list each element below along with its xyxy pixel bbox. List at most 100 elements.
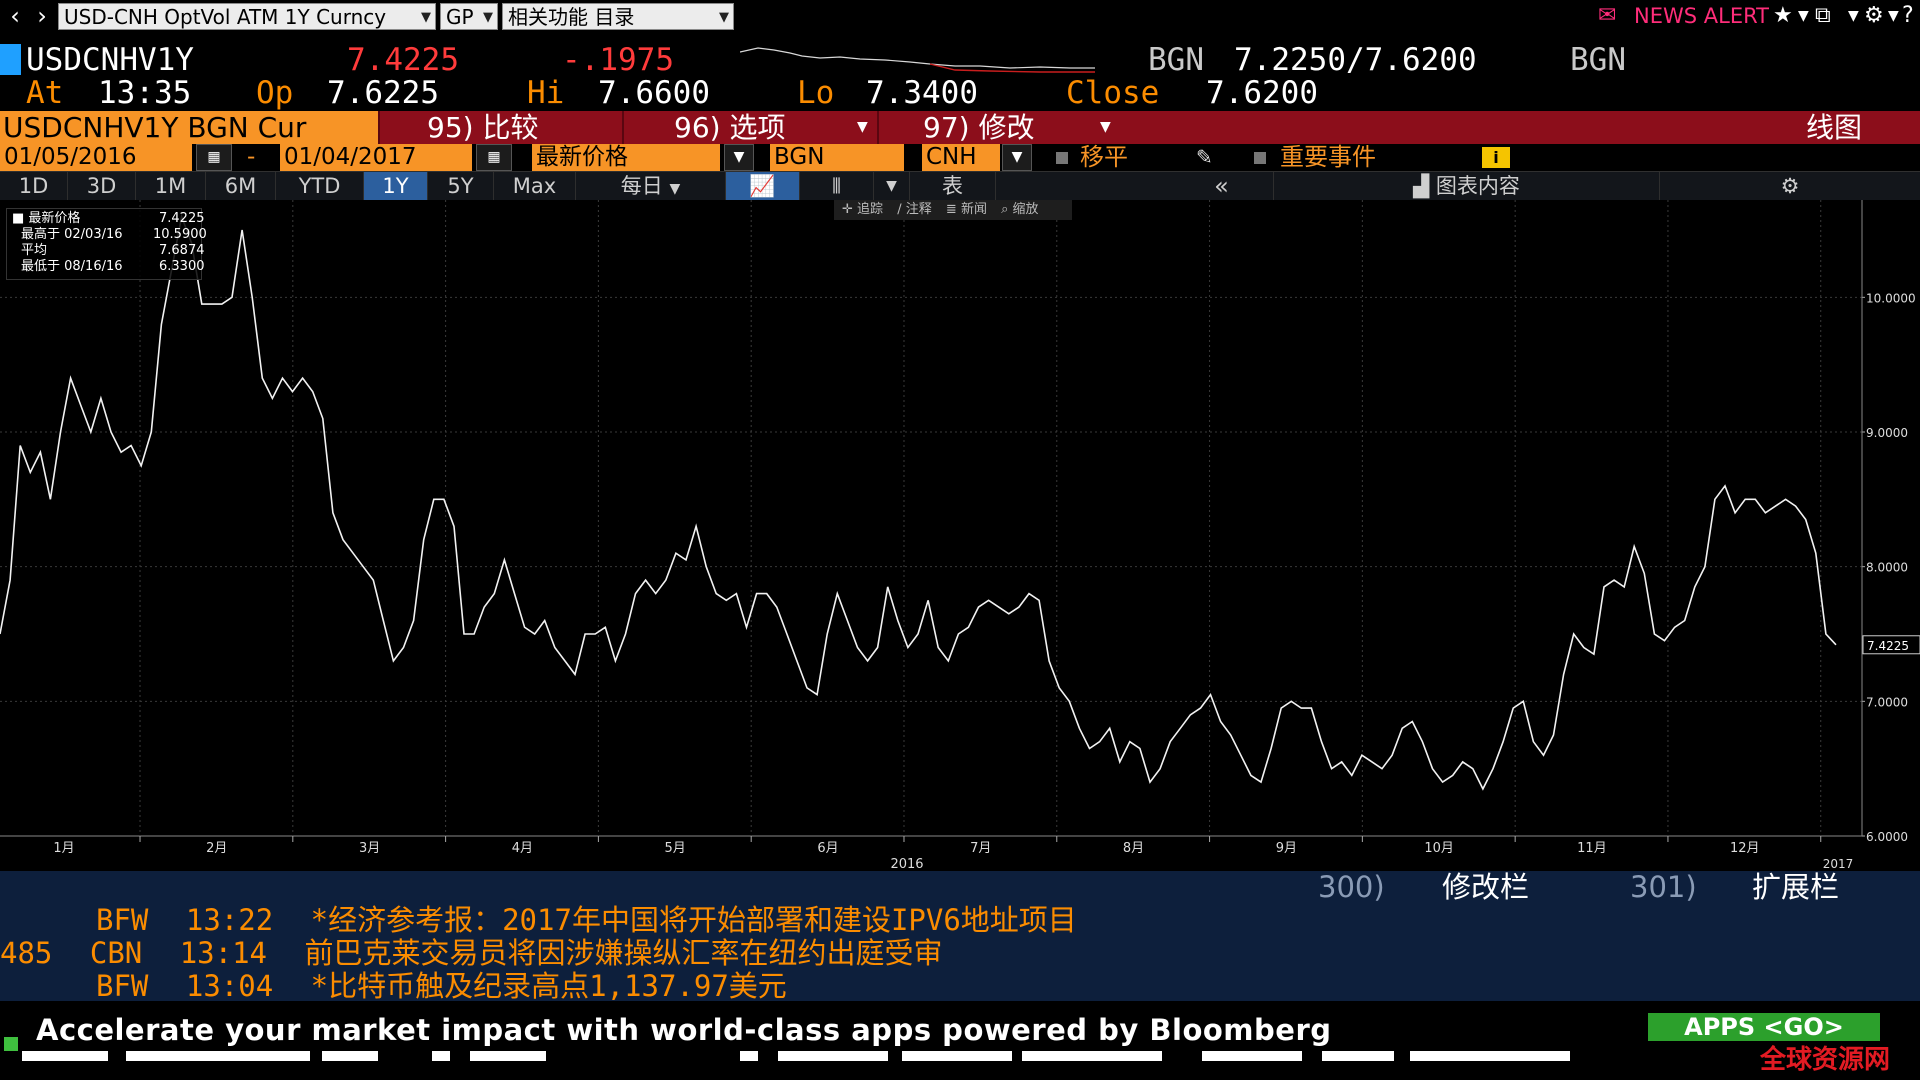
ticker-label: USDCNHV1Y [26,42,194,78]
security-input[interactable]: USD-CNH OptVol ATM 1Y Curncy ▼ [58,3,436,30]
gear-dropdown-icon[interactable]: ▼ [1888,2,1899,30]
back-button[interactable]: ‹ [3,2,27,30]
chevron-left-icon: ‹ [10,2,20,30]
info-icon[interactable]: i [1482,147,1510,168]
high-value: 7.6600 [598,75,710,111]
gear-icon[interactable]: ⚙ [1864,2,1884,30]
start-date-input[interactable]: 01/05/2016 [0,144,192,171]
news-headline: *比特币触及纪录高点1,137.97美元 [310,969,787,1003]
chevron-down-icon: ▼ [719,10,729,25]
legend-high-label: 最高于 02/03/16 [21,227,123,242]
chevron-down-icon: ▼ [421,10,431,25]
news-item[interactable]: 485 CBN 13:14 前巴克莱交易员将因涉嫌操纵汇率在纽约出庭受审 [0,937,943,970]
at-label: At [26,75,64,111]
x-tick-label: 10月 [1424,841,1454,856]
news-icon[interactable]: ≣ [946,202,957,217]
range-tab-ytd[interactable]: YTD [276,172,364,201]
news-item[interactable]: BFW 13:04 *比特币触及纪录高点1,137.97美元 [0,970,787,1003]
news-time: 13:22 [185,903,274,937]
annotate-button[interactable]: 注释 [906,202,932,217]
x-tick-label: 7月 [970,841,991,856]
range-tab-1d[interactable]: 1D [0,172,68,201]
chart-mini-toolbar: ✛ 追踪 ∕ 注释 ≣ 新闻 ⌕ 缩放 [834,200,1072,220]
news-alert-link[interactable]: NEWS ALERT [1634,2,1769,30]
related-functions-input[interactable]: 相关功能 目录 ▼ [502,3,734,30]
status-indicator [4,1037,18,1051]
edit-menu[interactable]: 97) 修改 [923,111,1034,144]
news-source: CBN [89,936,143,970]
track-button[interactable]: 追踪 [857,202,883,217]
line-chart-icon[interactable]: 📈 [726,172,800,201]
ad-bar [1202,1051,1302,1061]
calendar-icon[interactable]: ▦ [196,144,232,171]
open-value: 7.6225 [327,75,439,111]
range-tab-6m[interactable]: 6M [206,172,276,201]
news-ticker: BFW 13:22 *经济参考报：2017年中国将开始部署和建设IPV6地址项目… [0,904,1920,1003]
date-settings-row: 01/05/2016 ▦ - 01/04/2017 ▦ 最新价格 ▼ BGN C… [0,144,1920,171]
chart-type-label[interactable]: 线图 [1806,111,1862,144]
range-tab-3d[interactable]: 3D [68,172,136,201]
events-checkbox[interactable] [1254,152,1266,164]
chart-settings-gear-icon[interactable]: ⚙ [1660,172,1920,201]
chart-content-icon: ▟ [1413,174,1430,198]
security-name-field[interactable]: USDCNHV1Y BGN Cur [0,111,378,144]
x-tick-label: 12月 [1730,841,1760,856]
zoom-icon[interactable]: ⌕ [1001,202,1008,217]
security-value: USD-CNH OptVol ATM 1Y Curncy [64,5,387,29]
export-dropdown-icon[interactable]: ▼ [1848,2,1859,30]
chevron-down-icon[interactable]: ▼ [857,111,868,144]
chevron-down-icon[interactable]: ▼ [1100,111,1111,144]
ad-banner[interactable]: Accelerate your market impact with world… [0,1001,1920,1080]
chevron-down-icon[interactable]: ▼ [874,172,910,201]
chevron-down-icon[interactable]: ▼ [724,144,754,171]
collapse-icon[interactable]: « [1170,172,1274,201]
pencil-icon[interactable]: ✎ [1196,144,1213,171]
related-value: 相关功能 目录 [508,5,635,29]
open-label: Op [256,75,294,111]
y-tick-label: 6.0000 [1866,830,1908,844]
news-item[interactable]: BFW 13:22 *经济参考报：2017年中国将开始部署和建设IPV6地址项目 [0,904,1077,937]
function-input[interactable]: GP ▼ [440,3,498,30]
legend-high-value: 10.5900 [153,227,207,242]
help-icon[interactable]: ? [1902,2,1914,30]
news-button[interactable]: 新闻 [961,202,987,217]
price-field-select[interactable]: 最新价格 [532,144,720,171]
ad-bar [1322,1051,1394,1061]
edit-bar-button[interactable]: 修改栏 [1442,871,1529,904]
bgn-label: BGN [1148,42,1204,78]
currency-input[interactable]: CNH [922,144,1000,171]
annotate-icon[interactable]: ∕ [897,202,901,217]
range-tab-5y[interactable]: 5Y [428,172,494,201]
x-tick-label: 8月 [1123,841,1144,856]
range-tab-1y[interactable]: 1Y [364,172,428,201]
chart-content-button[interactable]: ▟ 图表内容 [1274,172,1660,201]
quote-time: 13:35 [98,75,192,111]
ad-bar [740,1051,758,1061]
favorite-star-icon[interactable]: ★ [1773,2,1793,30]
options-menu[interactable]: 96) 选项 [674,111,785,144]
x-tick-label: 2月 [206,841,227,856]
table-button[interactable]: 表 [910,172,996,201]
apps-go-button[interactable]: APPS <GO> [1648,1013,1880,1041]
ad-bar [126,1051,310,1061]
chevron-down-icon[interactable]: ▼ [1002,144,1032,171]
price-chart[interactable]: 6.0000 7.0000 8.0000 9.0000 10.0000 1月 2月 3月 4月 5… [0,200,1920,872]
frequency-label: 每日 [620,174,663,198]
source-input[interactable]: BGN [770,144,904,171]
end-date-input[interactable]: 01/04/2017 [280,144,472,171]
compare-menu[interactable]: 95) 比较 [427,111,538,144]
window-export-icon[interactable]: ⧉ [1815,2,1831,30]
range-tab-1m[interactable]: 1M [136,172,206,201]
range-tab-max[interactable]: Max [494,172,576,201]
low-value: 7.3400 [866,75,978,111]
moving-avg-checkbox[interactable] [1056,152,1068,164]
zoom-button[interactable]: 缩放 [1013,202,1039,217]
expand-bar-button[interactable]: 扩展栏 [1752,871,1839,904]
forward-button[interactable]: › [30,2,54,30]
star-dropdown-icon[interactable]: ▼ [1798,2,1809,30]
frequency-select[interactable]: 每日 ▼ [576,172,726,201]
candlestick-icon[interactable]: ⫴ [800,172,874,201]
legend-low-value: 6.3300 [159,259,205,274]
calendar-icon[interactable]: ▦ [476,144,512,171]
crosshair-icon[interactable]: ✛ [842,202,853,217]
